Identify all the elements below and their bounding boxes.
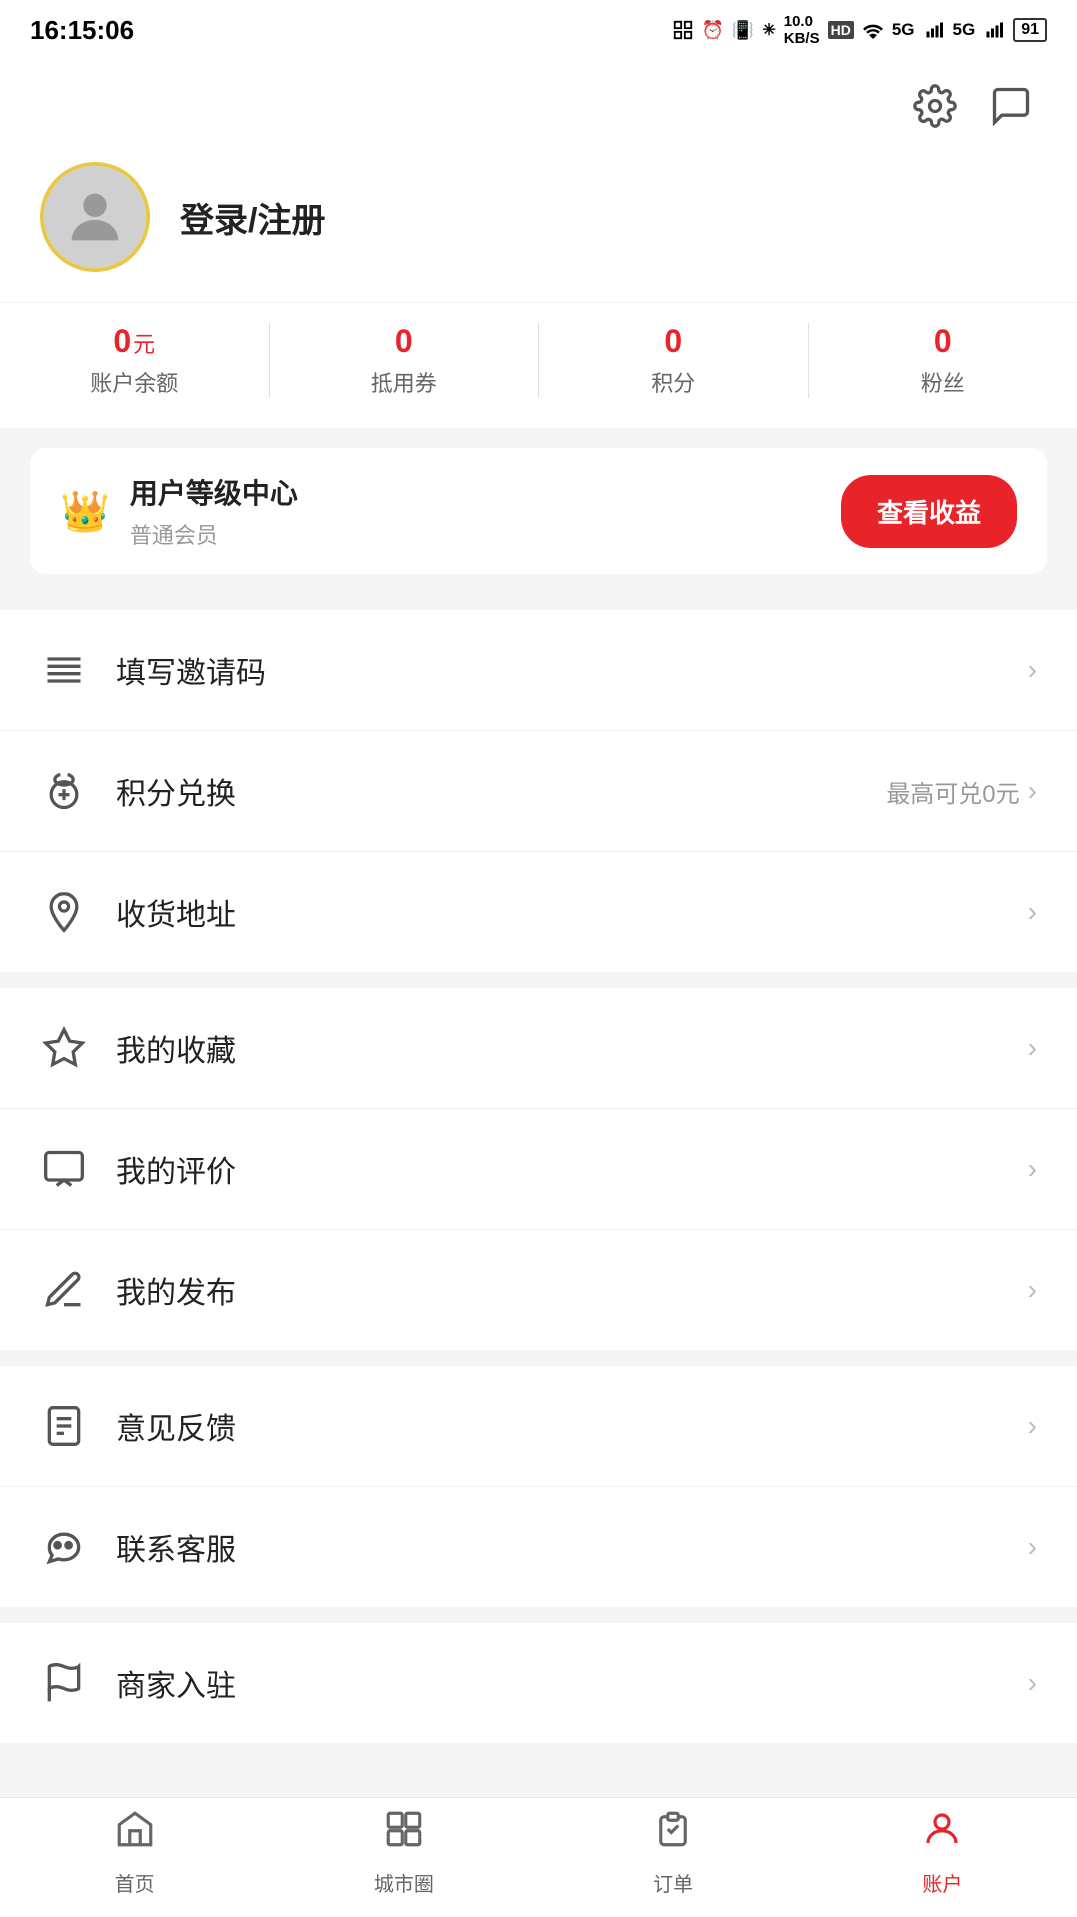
menu-label-shipping-address: 收货地址 [116, 890, 1000, 934]
stats-row: 0 元 账户余额 0 抵用券 0 积分 0 粉丝 [0, 302, 1077, 428]
doc-lines-icon [40, 1402, 88, 1450]
menu-item-invite-code[interactable]: 填写邀请码 › [0, 610, 1077, 731]
account-icon [921, 1808, 963, 1860]
tab-home-label: 首页 [115, 1868, 155, 1897]
orders-icon [652, 1808, 694, 1860]
menu-label-feedback: 意见反馈 [116, 1404, 1000, 1448]
tab-bar: 首页 城市圈 订单 账户 [0, 1797, 1077, 1917]
stat-points[interactable]: 0 积分 [539, 323, 809, 398]
menu-item-customer-service[interactable]: 联系客服 › [0, 1487, 1077, 1607]
menu-label-merchant-join: 商家入驻 [116, 1661, 1000, 1705]
pencil-icon [40, 1266, 88, 1314]
stat-fans[interactable]: 0 粉丝 [809, 323, 1077, 398]
menu-item-my-reviews[interactable]: 我的评价 › [0, 1109, 1077, 1230]
chevron-right-icon: › [1028, 1410, 1037, 1442]
menu-group-1: 我的收藏 › 我的评价 › 我的 [0, 988, 1077, 1350]
tab-city-circle-label: 城市圈 [374, 1868, 434, 1897]
chevron-right-icon: › [1028, 1667, 1037, 1699]
menu-label-invite-code: 填写邀请码 [116, 648, 1000, 692]
chevron-right-icon: › [1028, 654, 1037, 686]
tab-city-circle[interactable]: 城市圈 [269, 1798, 538, 1907]
avatar-inner [44, 166, 146, 268]
chevron-right-icon: › [1028, 896, 1037, 928]
location-pin-icon [40, 888, 88, 936]
menu-item-feedback[interactable]: 意见反馈 › [0, 1366, 1077, 1487]
vip-card-container: 👑 用户等级中心 普通会员 查看收益 [0, 428, 1077, 594]
chevron-right-icon: › [1028, 1032, 1037, 1064]
login-register-btn[interactable]: 登录/注册 [180, 193, 325, 242]
vip-subtitle: 普通会员 [130, 518, 298, 550]
tab-orders[interactable]: 订单 [539, 1798, 808, 1907]
list-lines-icon [40, 646, 88, 694]
menu-item-shipping-address[interactable]: 收货地址 › [0, 852, 1077, 972]
avatar[interactable] [40, 162, 150, 272]
menu-label-my-reviews: 我的评价 [116, 1147, 1000, 1191]
stat-voucher[interactable]: 0 抵用券 [270, 323, 540, 398]
menu-item-merchant-join[interactable]: 商家入驻 › [0, 1623, 1077, 1743]
menu-label-my-posts: 我的发布 [116, 1268, 1000, 1312]
crown-icon: 👑 [60, 488, 110, 535]
star-icon [40, 1024, 88, 1072]
menu-item-my-posts[interactable]: 我的发布 › [0, 1230, 1077, 1350]
menu-group-0: 填写邀请码 › 积分兑换 最高可兑0元 › [0, 610, 1077, 972]
menu-label-points-exchange: 积分兑换 [116, 769, 858, 813]
chat-square-icon [40, 1145, 88, 1193]
coins-icon [40, 767, 88, 815]
points-exchange-hint: 最高可兑0元 [886, 774, 1019, 809]
flag-icon [40, 1659, 88, 1707]
chevron-right-icon: › [1028, 1531, 1037, 1563]
settings-button[interactable] [909, 80, 961, 132]
vip-title: 用户等级中心 [130, 472, 298, 512]
header-actions [0, 60, 1077, 142]
menu-item-my-favorites[interactable]: 我的收藏 › [0, 988, 1077, 1109]
tab-home[interactable]: 首页 [0, 1798, 269, 1907]
status-time: 16:15:06 [30, 15, 134, 46]
wechat-icon [40, 1523, 88, 1571]
vip-card: 👑 用户等级中心 普通会员 查看收益 [30, 448, 1047, 574]
menu-group-3: 商家入驻 › [0, 1623, 1077, 1743]
chevron-right-icon: › [1028, 775, 1037, 807]
city-circle-icon [383, 1808, 425, 1860]
view-earnings-button[interactable]: 查看收益 [841, 475, 1017, 548]
menu-label-my-favorites: 我的收藏 [116, 1026, 1000, 1070]
tab-account-label: 账户 [922, 1868, 962, 1897]
tab-account[interactable]: 账户 [808, 1798, 1077, 1907]
stat-balance[interactable]: 0 元 账户余额 [0, 323, 270, 398]
menu-group-2: 意见反馈 › 联系客服 › [0, 1366, 1077, 1607]
status-icons: ⏰ 📳 ✳ 10.0KB/S HD 5G 5G 91 [672, 13, 1048, 47]
status-bar: 16:15:06 ⏰ 📳 ✳ 10.0KB/S HD 5G 5G 91 [0, 0, 1077, 60]
menu-label-customer-service: 联系客服 [116, 1525, 1000, 1569]
home-icon [114, 1808, 156, 1860]
profile-section: 登录/注册 [0, 142, 1077, 302]
message-button[interactable] [985, 80, 1037, 132]
chevron-right-icon: › [1028, 1274, 1037, 1306]
chevron-right-icon: › [1028, 1153, 1037, 1185]
tab-orders-label: 订单 [653, 1868, 693, 1897]
menu-item-points-exchange[interactable]: 积分兑换 最高可兑0元 › [0, 731, 1077, 852]
menu-section: 填写邀请码 › 积分兑换 最高可兑0元 › [0, 594, 1077, 1743]
